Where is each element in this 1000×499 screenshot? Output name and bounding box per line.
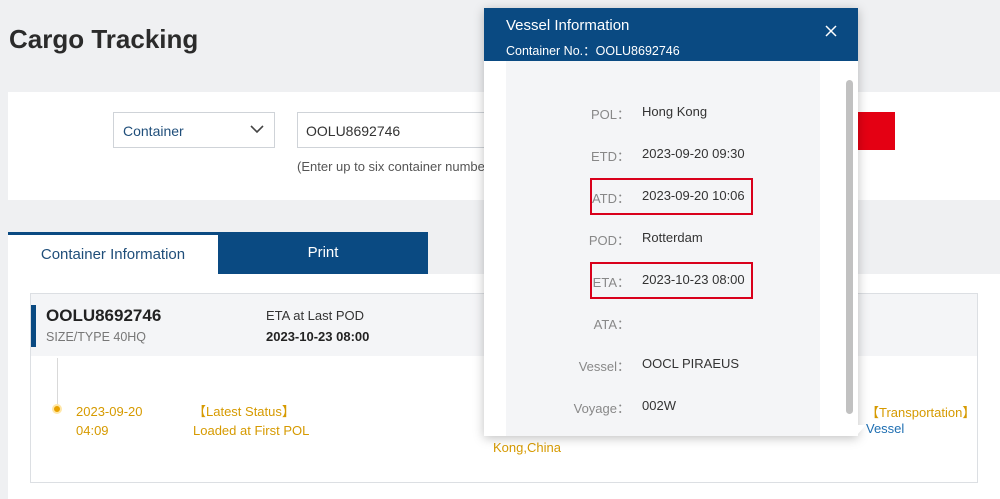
popup-scrollbar-thumb[interactable] [846, 80, 853, 414]
card-accent-bar [31, 305, 36, 347]
popup-body: POL： Hong Kong ETD： 2023-09-20 09:30 ATD… [506, 61, 820, 436]
close-icon[interactable] [822, 22, 840, 40]
event-transport-value[interactable]: Vessel [866, 421, 904, 436]
container-id: OOLU8692746 [46, 306, 162, 325]
search-type-value: Container [123, 123, 184, 139]
ata-label: ATA： [593, 317, 630, 332]
pod-label: POD： [588, 233, 630, 248]
atd-value: 2023-09-20 10:06 [642, 188, 745, 203]
event-datetime: 2023-09-20 04:09 [76, 402, 143, 440]
event-status-text: Loaded at First POL [193, 423, 310, 438]
eta-value: 2023-10-23 08:00 [642, 272, 745, 287]
popup-subtitle: Container No.：OOLU8692746 [506, 44, 680, 58]
search-type-select[interactable]: Container [113, 112, 275, 148]
vessel-value: OOCL PIRAEUS [642, 356, 740, 371]
vessel-label: Vessel： [578, 359, 630, 374]
popup-title: Vessel Information [506, 17, 630, 34]
page-title: Cargo Tracking [9, 24, 199, 54]
event-status-title: 【Latest Status】 [193, 404, 295, 419]
voyage-value: 002W [642, 398, 676, 413]
pol-value: Hong Kong [642, 104, 708, 119]
eta-last-pod-label: ETA at Last POD [266, 308, 365, 323]
search-button[interactable] [857, 112, 895, 150]
pol-label: POL： [590, 107, 630, 122]
input-hint: (Enter up to six container numbers [297, 159, 496, 174]
container-size-type: SIZE/TYPE 40HQ [46, 330, 147, 344]
voyage-label: Voyage： [573, 401, 630, 416]
etd-value: 2023-09-20 09:30 [642, 146, 745, 161]
container-number-input[interactable]: OOLU8692746 [297, 112, 497, 148]
tab-print[interactable]: Print [218, 232, 428, 274]
eta-label: ETA： [592, 275, 630, 290]
event-transport-title: 【Transportation】 [866, 405, 976, 420]
timeline-line [57, 358, 58, 408]
pod-value: Rotterdam [642, 230, 703, 245]
popup-header: Vessel Information Container No.：OOLU869… [484, 8, 858, 61]
popup-pointer [848, 425, 866, 435]
event-date: 2023-09-20 [76, 404, 143, 419]
eta-last-pod-value: 2023-10-23 08:00 [266, 329, 370, 344]
event-location: Kong,China [493, 440, 561, 455]
event-time: 04:09 [76, 423, 109, 438]
tab-container-information[interactable]: Container Information [8, 232, 218, 274]
etd-label: ETD： [590, 149, 630, 164]
chevron-down-icon [250, 125, 264, 134]
atd-label: ATD： [591, 191, 630, 206]
event-status: 【Latest Status】 Loaded at First POL [193, 402, 309, 440]
timeline-dot-icon [52, 404, 62, 414]
vessel-info-popup: Vessel Information Container No.：OOLU869… [484, 8, 858, 436]
